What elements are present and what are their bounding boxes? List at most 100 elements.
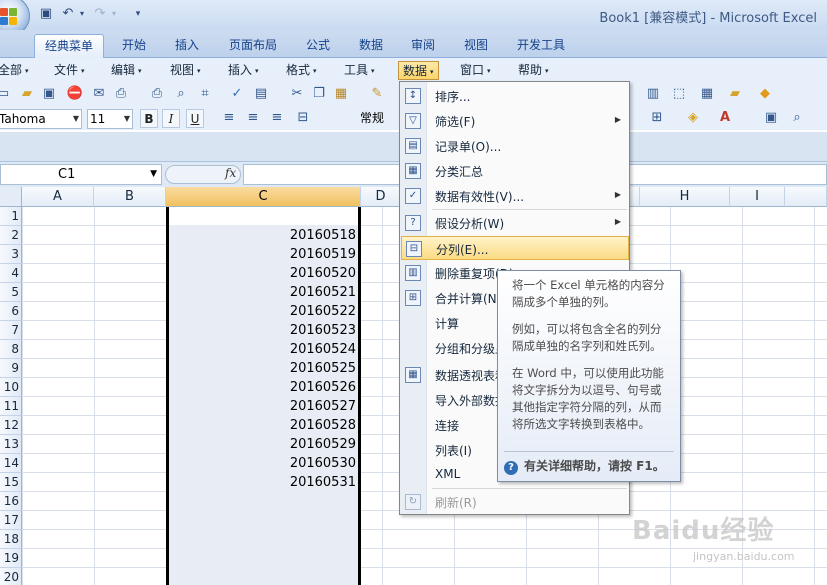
menu-all[interactable]: 全部 ▾ [0,61,33,80]
tab-view[interactable]: 视图 [454,34,498,58]
cell-c-value[interactable]: 20160518 [169,226,358,245]
menu-view[interactable]: 视图 ▾ [166,61,205,80]
redo-dropdown-icon[interactable]: ▾ [106,6,122,22]
align-center-icon[interactable]: ≡ [244,109,262,127]
row-header[interactable]: 14 [0,454,22,473]
borders-icon[interactable]: ⊞ [648,109,666,127]
align-right-icon[interactable]: ≡ [268,109,286,127]
menu-item-validation[interactable]: ✓ 数据有效性(V)... ▶ [401,184,629,208]
save-icon[interactable]: ▣ [38,6,54,22]
merge-center-icon[interactable]: ⊟ [294,109,312,127]
select-all-corner[interactable] [0,187,22,207]
row-header[interactable]: 17 [0,511,22,530]
tab-home[interactable]: 开始 [112,34,156,58]
tab-page-layout[interactable]: 页面布局 [220,34,286,58]
permission-icon[interactable]: ⛔ [66,85,84,103]
font-name-select[interactable]: Tahoma ▼ [0,109,82,129]
folder-icon[interactable]: ▰ [726,85,744,103]
grid-icon[interactable]: ▦ [698,85,716,103]
font-size-select[interactable]: 11 ▼ [87,109,133,129]
menu-edit[interactable]: 编辑 ▾ [107,61,146,80]
cell-c-value[interactable]: 20160522 [169,302,358,321]
menu-tools[interactable]: 工具 ▾ [340,61,379,80]
undo-dropdown-icon[interactable]: ▾ [74,6,90,22]
column-header-c[interactable]: C [166,187,361,207]
tab-developer[interactable]: 开发工具 [508,34,574,58]
cell-c-value[interactable]: 20160523 [169,321,358,340]
row-header[interactable]: 6 [0,302,22,321]
style-icon[interactable]: ▣ [762,109,780,127]
fill-color-icon[interactable]: ◈ [684,109,702,127]
research-book-icon[interactable]: ▤ [252,85,270,103]
menu-item-filter[interactable]: ▽ 筛选(F) ▶ [401,109,629,133]
tab-data[interactable]: 数据 [349,34,393,58]
cell-c-value[interactable]: 20160525 [169,359,358,378]
menu-window[interactable]: 窗口 ▾ [456,61,495,80]
column-header-a[interactable]: A [22,187,94,207]
underline-button[interactable]: U [186,109,204,128]
menu-item-form[interactable]: ▤ 记录单(O)... [401,134,629,158]
column-header-d[interactable]: D [361,187,401,207]
align-left-icon[interactable]: ≡ [220,109,238,127]
row-header[interactable]: 16 [0,492,22,511]
menu-item-what-if[interactable]: ? 假设分析(W) ▶ [401,211,629,235]
chart-icon[interactable]: ▥ [644,85,662,103]
row-header[interactable]: 10 [0,378,22,397]
spelling-icon[interactable]: ✓ [228,85,246,103]
cell-c-value[interactable]: 20160526 [169,378,358,397]
row-header[interactable]: 7 [0,321,22,340]
cell-c-value[interactable]: 20160530 [169,454,358,473]
open-folder-icon[interactable]: ▰ [18,85,36,103]
row-header[interactable]: 13 [0,435,22,454]
cell-c-value[interactable]: 20160528 [169,416,358,435]
menu-item-text-to-columns[interactable]: ⊟ 分列(E)... [401,236,629,260]
print-preview-icon[interactable]: ⎙ [112,85,130,103]
cut-icon[interactable]: ✂ [288,85,306,103]
column-header-b[interactable]: B [94,187,166,207]
row-header[interactable]: 20 [0,568,22,585]
row-header[interactable]: 1 [0,207,22,226]
row-header[interactable]: 5 [0,283,22,302]
column-header-h[interactable]: H [640,187,730,207]
menu-file[interactable]: 文件 ▾ [50,61,89,80]
column-header-i[interactable]: I [730,187,785,207]
bold-button[interactable]: B [140,109,158,128]
row-header[interactable]: 18 [0,530,22,549]
row-header[interactable]: 2 [0,226,22,245]
menu-data[interactable]: 数据 ▾ [398,61,439,80]
row-header[interactable]: 4 [0,264,22,283]
row-header[interactable]: 9 [0,359,22,378]
research-icon[interactable]: ⌗ [196,85,214,103]
menu-item-subtotal[interactable]: ▦ 分类汇总 [401,159,629,183]
menu-insert[interactable]: 插入 ▾ [224,61,263,80]
active-cell-c1[interactable] [169,207,358,225]
customize-qat-icon[interactable]: ▾ [130,6,146,22]
menu-item-sort[interactable]: ↕ 排序... [401,84,629,108]
tab-insert[interactable]: 插入 [165,34,209,58]
new-file-icon[interactable]: ▭ [0,85,12,103]
zoom-search-icon[interactable]: ⌕ [788,109,806,127]
font-color-icon[interactable]: A [716,109,734,127]
name-box[interactable]: C1 ▼ [0,164,162,185]
tab-classic-menu[interactable]: 经典菜单 [34,34,104,58]
number-format-select[interactable]: 常规 [358,109,398,129]
copy-icon[interactable]: ❐ [310,85,328,103]
format-painter-icon[interactable]: ✎ [368,85,386,103]
print-icon[interactable]: ⎙ [148,85,166,103]
row-header[interactable]: 3 [0,245,22,264]
tab-review[interactable]: 审阅 [401,34,445,58]
paste-icon[interactable]: ▦ [332,85,350,103]
cell-c-value[interactable]: 20160527 [169,397,358,416]
row-header[interactable]: 12 [0,416,22,435]
cell-c-value[interactable]: 20160521 [169,283,358,302]
menu-help[interactable]: 帮助 ▾ [514,61,553,80]
column-header-next[interactable] [785,187,827,207]
save-icon[interactable]: ▣ [40,85,58,103]
row-header[interactable]: 15 [0,473,22,492]
row-header[interactable]: 11 [0,397,22,416]
column-header-g[interactable]: G [630,187,640,207]
cell-c-value[interactable]: 20160520 [169,264,358,283]
drawing-icon[interactable]: ⬚ [670,85,688,103]
italic-button[interactable]: I [162,109,180,128]
email-icon[interactable]: ✉ [90,85,108,103]
